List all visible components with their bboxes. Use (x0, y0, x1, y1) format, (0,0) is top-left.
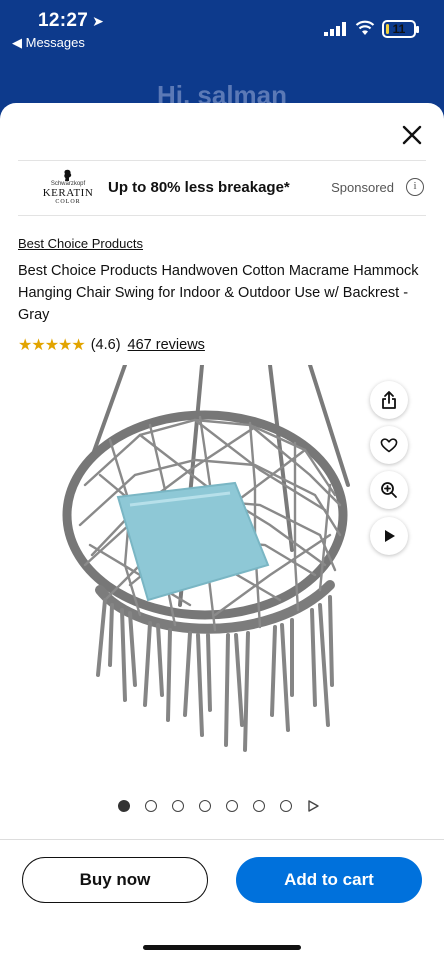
product-sheet: Schwarzkopf KERATIN COLOR Up to 80% less… (0, 103, 444, 960)
clock-text: 12:27 (38, 10, 89, 31)
battery-percent: 11 (392, 22, 406, 36)
play-icon (385, 530, 395, 542)
carousel-dot[interactable] (199, 800, 211, 812)
carousel-dot[interactable] (226, 800, 238, 812)
back-to-messages-link[interactable]: ◀ Messages (12, 35, 85, 51)
carousel-dot[interactable] (118, 800, 130, 812)
home-indicator (143, 945, 301, 950)
heart-icon (380, 438, 398, 453)
info-icon[interactable]: i (406, 178, 424, 196)
silhouette-icon (64, 169, 72, 181)
product-image[interactable] (30, 365, 370, 760)
battery-icon: 11 (382, 20, 419, 38)
add-to-cart-button[interactable]: Add to cart (236, 857, 422, 903)
rating-stars: ★★★★★ (18, 337, 86, 354)
bottom-action-bar: Buy now Add to cart (0, 839, 444, 960)
zoom-in-icon (381, 482, 397, 498)
cellular-signal-icon (324, 22, 346, 36)
rating-row[interactable]: ★★★★★ (4.6) 467 reviews (18, 335, 205, 355)
buy-now-button[interactable]: Buy now (22, 857, 208, 903)
carousel-dot[interactable] (253, 800, 265, 812)
carousel-dot[interactable] (172, 800, 184, 812)
zoom-button[interactable] (370, 471, 408, 509)
sponsored-ad-banner[interactable]: Schwarzkopf KERATIN COLOR Up to 80% less… (18, 160, 426, 216)
logo-sub-text: COLOR (55, 199, 81, 205)
image-carousel-dots[interactable] (118, 800, 319, 812)
clock: 12:27 ➤ (38, 10, 104, 32)
favorite-button[interactable] (370, 426, 408, 464)
rating-value: (4.6) (90, 337, 121, 353)
brand-link[interactable]: Best Choice Products (18, 236, 143, 251)
carousel-dot[interactable] (280, 800, 292, 812)
carousel-video-icon[interactable] (307, 800, 319, 812)
share-icon (382, 391, 396, 409)
close-icon[interactable] (400, 123, 424, 147)
carousel-dot[interactable] (145, 800, 157, 812)
reviews-link[interactable]: 467 reviews (128, 337, 205, 353)
keratin-color-logo: Schwarzkopf KERATIN COLOR (42, 169, 94, 209)
sponsored-label: Sponsored (331, 180, 394, 195)
logo-main-text: KERATIN (42, 187, 94, 199)
product-title: Best Choice Products Handwoven Cotton Ma… (18, 263, 419, 323)
battery-cap (416, 26, 419, 33)
location-arrow-icon: ➤ (92, 13, 105, 29)
video-play-button[interactable] (370, 517, 408, 555)
status-bar: 12:27 ➤ ◀ Messages 11 (0, 0, 444, 60)
wifi-icon (355, 20, 375, 35)
ad-headline[interactable]: Up to 80% less breakage* (108, 179, 290, 196)
share-button[interactable] (370, 381, 408, 419)
